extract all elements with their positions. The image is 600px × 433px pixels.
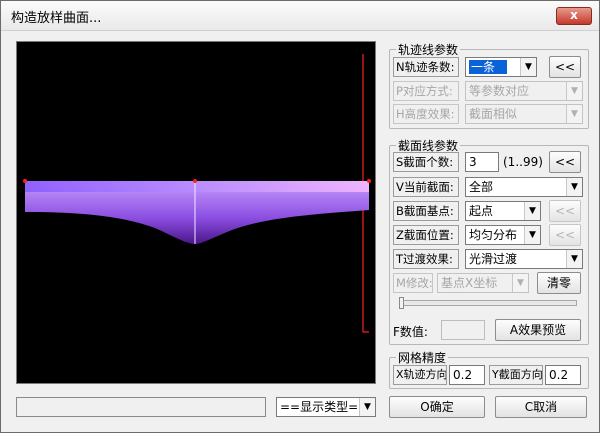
modify-select[interactable]: 基点X坐标 ▼ xyxy=(437,273,529,293)
track-count-label: N轨迹条数: xyxy=(393,57,459,77)
track-height-select[interactable]: 截面相似 ▼ xyxy=(465,104,583,124)
surface-top-face xyxy=(25,181,369,192)
transition-select[interactable]: 光滑过渡 ▼ xyxy=(465,249,583,269)
value-slider-thumb[interactable] xyxy=(399,297,404,309)
section-count-input[interactable]: 3 xyxy=(465,152,499,172)
status-field xyxy=(16,397,266,417)
modify-value: 基点X坐标 xyxy=(441,276,498,290)
preview-viewport[interactable] xyxy=(16,41,376,384)
cancel-button[interactable]: C取消 xyxy=(495,396,587,418)
current-section-select[interactable]: 全部 ▼ xyxy=(465,177,583,197)
window-title: 构造放样曲面... xyxy=(11,11,102,26)
track-match-select[interactable]: 等参数对应 ▼ xyxy=(465,81,583,101)
track-params-legend: 轨迹线参数 xyxy=(398,43,459,57)
mesh-precision-legend: 网格精度 xyxy=(398,351,447,365)
section-base-value: 起点 xyxy=(469,204,494,218)
display-type-value: ==显示类型== xyxy=(280,400,369,414)
chevron-down-icon: ▼ xyxy=(524,202,540,220)
section-position-select[interactable]: 均匀分布 ▼ xyxy=(465,225,541,245)
transition-value: 光滑过渡 xyxy=(469,252,518,266)
track-expand-button[interactable]: << xyxy=(549,56,581,78)
mesh-x-input[interactable]: 0.2 xyxy=(449,365,485,385)
chevron-down-icon: ▼ xyxy=(566,82,582,100)
current-section-label: V当前截面: xyxy=(393,177,459,197)
reset-button[interactable]: 清零 xyxy=(537,272,581,294)
chevron-down-icon: ▼ xyxy=(359,398,375,416)
chevron-down-icon: ▼ xyxy=(520,58,536,76)
section-count-range: (1..99) xyxy=(503,155,543,169)
transition-label: T过渡效果: xyxy=(393,249,459,269)
chevron-down-icon: ▼ xyxy=(566,250,582,268)
loft-surface-dialog: 构造放样曲面... x 轨迹线参数 N轨迹条数: 一条 ▼ << P对应方式: … xyxy=(0,0,600,433)
surface-preview-svg xyxy=(23,54,371,333)
section-count-expand-button[interactable]: << xyxy=(549,151,581,173)
section-count-label: S截面个数: xyxy=(393,152,459,172)
section-base-select[interactable]: 起点 ▼ xyxy=(465,201,541,221)
track-height-label: H高度效果: xyxy=(393,104,459,124)
track-height-value: 截面相似 xyxy=(469,107,518,121)
track-match-label: P对应方式: xyxy=(393,81,459,101)
close-button[interactable]: x xyxy=(556,7,592,25)
title-bar: 构造放样曲面... x xyxy=(1,1,599,31)
corner-point-left xyxy=(23,179,27,183)
modify-label: M修改: xyxy=(393,273,433,293)
chevron-down-icon: ▼ xyxy=(566,178,582,196)
display-type-select[interactable]: ==显示类型== ▼ xyxy=(276,397,376,417)
corner-point-center xyxy=(193,179,197,183)
section-position-expand-button[interactable]: << xyxy=(549,224,581,246)
track-match-value: 等参数对应 xyxy=(469,84,530,98)
section-base-label: B截面基点: xyxy=(393,201,459,221)
section-position-label: Z截面位置: xyxy=(393,225,459,245)
track-count-select[interactable]: 一条 ▼ xyxy=(465,57,537,77)
preview-button[interactable]: A效果预览 xyxy=(495,319,581,341)
value-slider-track[interactable] xyxy=(399,300,577,306)
mesh-y-label: Y截面方向 xyxy=(489,365,543,385)
track-count-value: 一条 xyxy=(469,60,508,74)
section-base-expand-button[interactable]: << xyxy=(549,200,581,222)
section-position-value: 均匀分布 xyxy=(469,228,518,242)
chevron-down-icon: ▼ xyxy=(566,105,582,123)
ok-button[interactable]: O确定 xyxy=(389,396,485,418)
chevron-down-icon: ▼ xyxy=(512,274,528,292)
mesh-y-input[interactable]: 0.2 xyxy=(545,365,581,385)
corner-point-right xyxy=(367,179,371,183)
f-value-label: F数值: xyxy=(393,325,428,339)
f-value-input[interactable] xyxy=(441,320,485,340)
close-icon: x xyxy=(570,8,578,22)
chevron-down-icon: ▼ xyxy=(524,226,540,244)
current-section-value: 全部 xyxy=(469,180,494,194)
mesh-x-label: X轨迹方向 xyxy=(393,365,447,385)
